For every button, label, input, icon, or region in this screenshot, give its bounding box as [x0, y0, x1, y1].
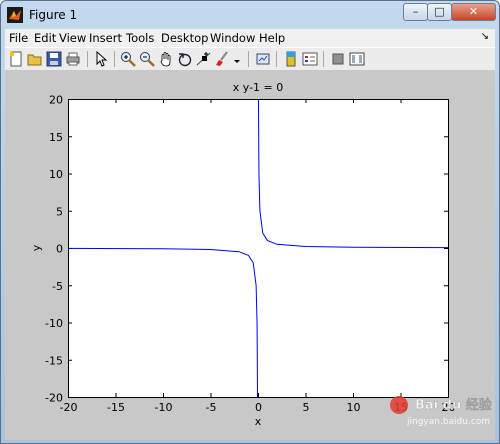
- rotate-3d-icon[interactable]: [177, 51, 193, 67]
- x-tick-label: -10: [155, 401, 173, 414]
- y-tick-label: -10: [45, 317, 63, 330]
- maximize-button[interactable]: □: [427, 3, 452, 21]
- y-tick-label: 0: [56, 243, 63, 256]
- close-button[interactable]: ✕: [451, 3, 496, 21]
- title-bar[interactable]: Figure 1 – □ ✕: [1, 1, 499, 29]
- data-cursor-icon[interactable]: [196, 51, 212, 67]
- toolbar-separator: [114, 51, 115, 67]
- window-title: Figure 1: [29, 8, 78, 22]
- x-tick-label: 0: [255, 401, 262, 414]
- print-icon[interactable]: [65, 51, 81, 67]
- toolbar-separator: [248, 51, 249, 67]
- y-tick-label: 20: [49, 94, 63, 107]
- x-tick-label: 5: [303, 401, 310, 414]
- new-figure-icon[interactable]: [8, 51, 24, 67]
- menu-desktop[interactable]: Desktop: [161, 31, 208, 45]
- toolbar-separator: [323, 51, 324, 67]
- y-tick-label: 5: [56, 205, 63, 218]
- brush-dropdown-icon[interactable]: [232, 51, 242, 67]
- legend-icon[interactable]: [302, 51, 318, 67]
- y-tick-label: -5: [52, 280, 63, 293]
- menu-tools[interactable]: Tools: [126, 31, 154, 45]
- y-tick-label: -15: [45, 354, 63, 367]
- matlab-logo-icon: [7, 7, 23, 23]
- pan-hand-icon[interactable]: [158, 51, 174, 67]
- plot-svg: -20-15-10-50510152020151050-5-10-15-20 x…: [30, 81, 493, 428]
- toolbar-separator: [87, 51, 88, 67]
- save-icon[interactable]: [46, 51, 62, 67]
- x-axis-label: x: [255, 415, 262, 428]
- open-file-icon[interactable]: [27, 51, 43, 67]
- hide-plot-tools-icon[interactable]: [330, 51, 346, 67]
- watermark-text: Bai du 经验: [415, 397, 493, 413]
- x-tick-label: -15: [107, 401, 125, 414]
- menubar-overflow-icon[interactable]: ↘: [481, 31, 489, 42]
- menu-view[interactable]: View: [59, 31, 86, 45]
- watermark-sub: jingyan.baidu.com: [406, 417, 490, 427]
- brush-icon[interactable]: [215, 51, 231, 67]
- menu-insert[interactable]: Insert: [89, 31, 122, 45]
- x-tick-label: -5: [206, 401, 217, 414]
- figure-window: Figure 1 – □ ✕ File Edit View Insert Too…: [0, 0, 500, 444]
- link-plot-icon[interactable]: [255, 51, 271, 67]
- toolbar-separator: [276, 51, 277, 67]
- menu-file[interactable]: File: [9, 31, 28, 45]
- figure-canvas-area: -20-15-10-50510152020151050-5-10-15-20 x…: [5, 70, 495, 440]
- zoom-in-icon[interactable]: [120, 51, 136, 67]
- zoom-out-icon[interactable]: [139, 51, 155, 67]
- y-tick-label: 15: [49, 131, 63, 144]
- show-plot-tools-icon[interactable]: [349, 51, 365, 67]
- menu-window[interactable]: Window: [210, 31, 255, 45]
- menu-bar: File Edit View Insert Tools Desktop Wind…: [5, 29, 495, 47]
- x-tick-label: 10: [347, 401, 361, 414]
- y-tick-label: 10: [49, 168, 63, 181]
- y-tick-label: -20: [45, 392, 63, 405]
- colorbar-icon[interactable]: [283, 51, 299, 67]
- y-axis-label: y: [30, 244, 43, 251]
- menu-edit[interactable]: Edit: [34, 31, 56, 45]
- axes-background[interactable]: [68, 99, 448, 397]
- figure-toolbar: [5, 47, 495, 71]
- menu-help[interactable]: Help: [259, 31, 285, 45]
- minimize-button[interactable]: –: [403, 3, 428, 21]
- chart-title: x y-1 = 0: [233, 81, 284, 94]
- edit-plot-arrow-icon[interactable]: [93, 50, 109, 67]
